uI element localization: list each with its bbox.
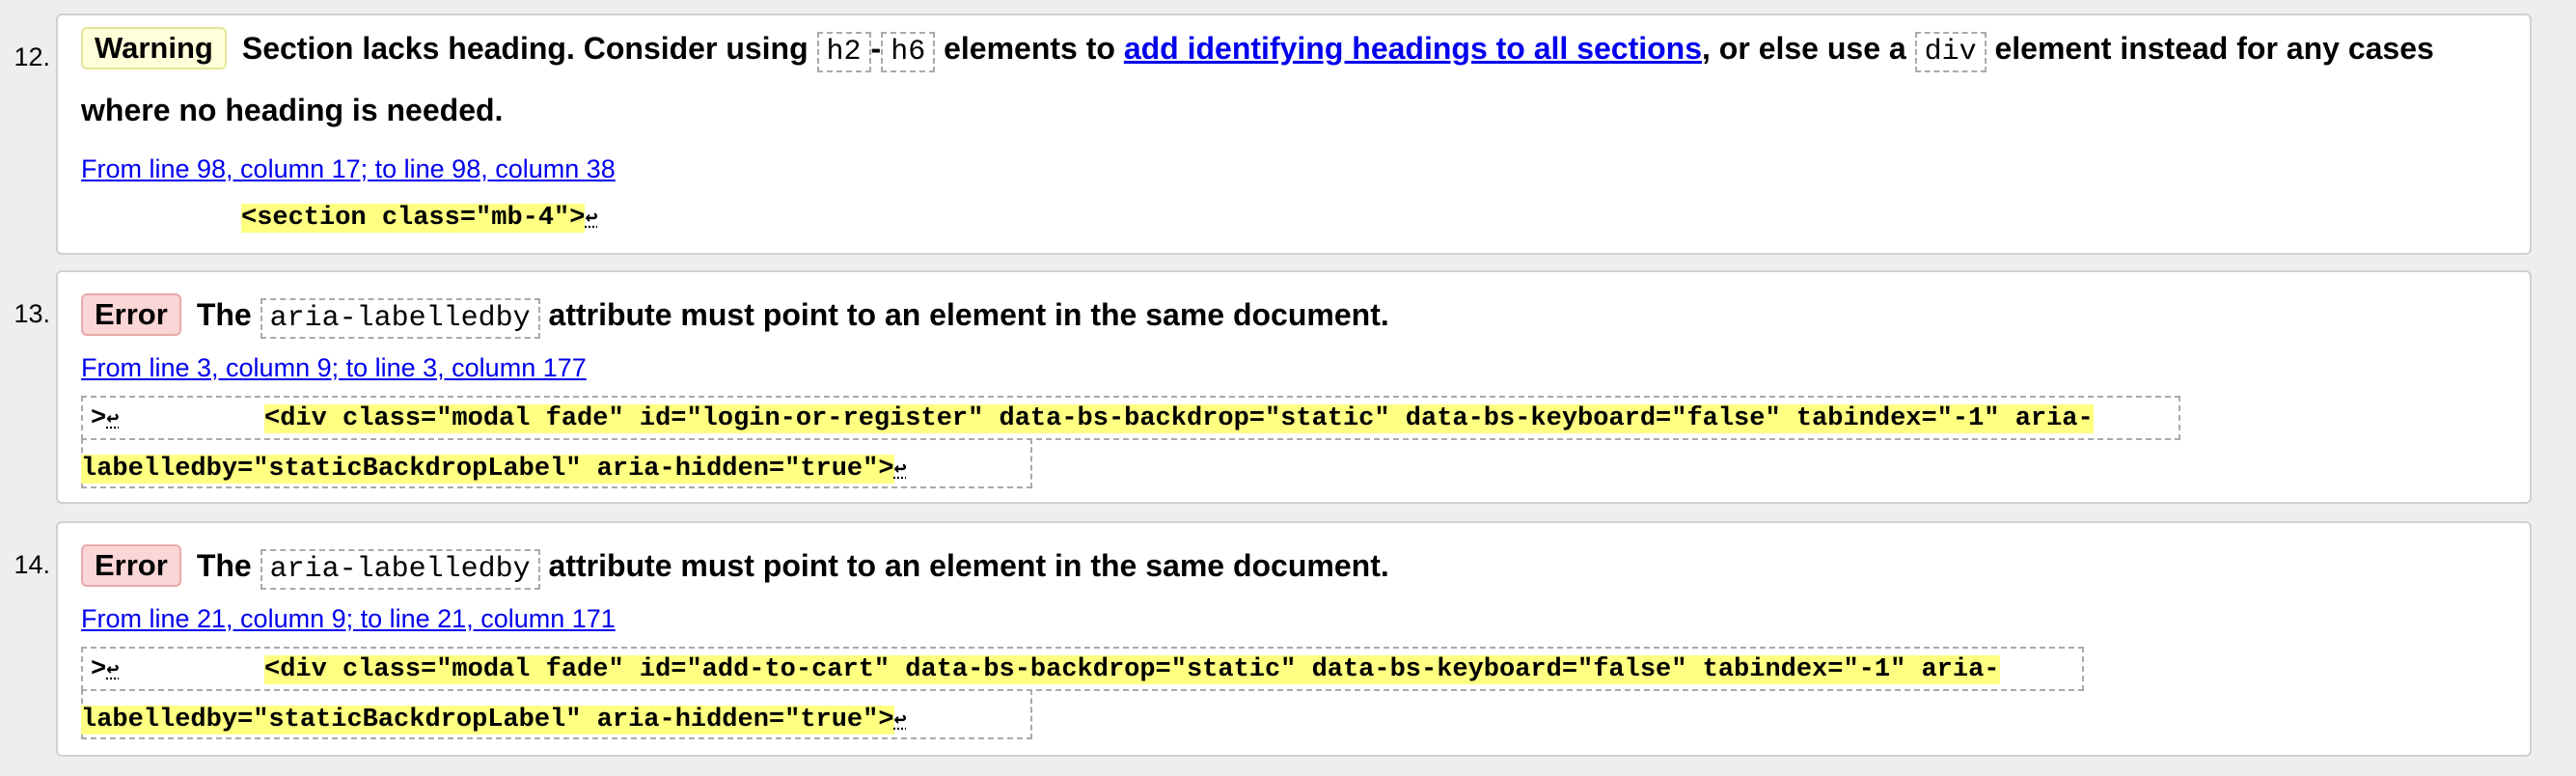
code-keyword: div — [1914, 32, 1987, 72]
code-keyword: h6 — [881, 32, 936, 72]
code-extract: >↩ — [91, 404, 120, 433]
warning-badge: Warning — [81, 26, 227, 69]
code-extract-line: labelledby="staticBackdropLabel" aria-hi… — [81, 455, 894, 484]
code-extract-line: <div class="modal fade" id="add-to-cart"… — [264, 655, 2000, 684]
return-icon: ↩ — [893, 708, 907, 733]
return-icon: ↩ — [106, 658, 120, 682]
error-message: Error The aria-labelledby attribute must … — [56, 521, 2532, 757]
message-number: 12. — [14, 42, 50, 71]
message-text: Error The aria-labelledby attribute must … — [81, 286, 2472, 347]
error-badge: Error — [81, 543, 181, 587]
location-link[interactable]: From line 3, column 9; to line 3, column… — [81, 351, 587, 384]
return-icon: ↩ — [893, 457, 907, 482]
code-extract-line: labelledby="staticBackdropLabel" aria-hi… — [81, 706, 894, 734]
return-icon: ↩ — [106, 407, 120, 431]
code-extract: <section class="mb-4">↩ — [241, 204, 598, 233]
message-text: Warning Section lacks heading. Consider u… — [81, 19, 2472, 139]
message-number: 14. — [14, 550, 50, 579]
headings-help-link[interactable]: add identifying headings to all sections — [1124, 31, 1702, 66]
return-icon: ↩ — [585, 207, 598, 231]
code-keyword: aria-labelledby — [260, 549, 540, 590]
code-keyword: aria-labelledby — [260, 298, 540, 339]
error-message: Error The aria-labelledby attribute must … — [56, 270, 2532, 504]
location-link[interactable]: From line 21, column 9; to line 21, colu… — [81, 602, 616, 635]
warning-message: Warning Section lacks heading. Consider u… — [56, 14, 2532, 255]
message-text: Error The aria-labelledby attribute must … — [81, 537, 2472, 598]
code-extract: >↩ — [91, 655, 120, 684]
error-badge: Error — [81, 292, 181, 336]
message-number: 13. — [14, 299, 50, 328]
code-extract-line: <div class="modal fade" id="login-or-reg… — [264, 404, 2094, 433]
location-link[interactable]: From line 98, column 17; to line 98, col… — [81, 152, 616, 185]
code-keyword: h2 — [816, 32, 871, 72]
validator-message-list: 12. Warning Section lacks heading. Consid… — [0, 0, 2576, 776]
